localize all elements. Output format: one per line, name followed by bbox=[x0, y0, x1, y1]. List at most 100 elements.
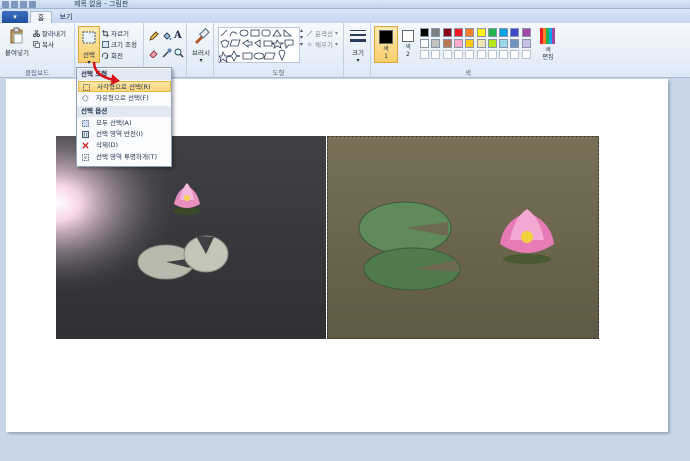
size-label: 크기 bbox=[352, 49, 364, 57]
size-dropdown-icon: ▾ bbox=[356, 57, 360, 64]
tab-view[interactable]: 보기 bbox=[55, 11, 77, 23]
copy-button[interactable]: 복사 bbox=[33, 39, 54, 49]
color1-button[interactable]: 색 1 bbox=[374, 26, 398, 63]
palette-swatch[interactable] bbox=[521, 28, 531, 37]
menu-item-delete[interactable]: 삭제(D) bbox=[78, 140, 171, 151]
color2-button[interactable]: 색 2 bbox=[400, 26, 416, 63]
palette-swatch[interactable] bbox=[476, 28, 486, 37]
outline-label: 윤곽선 bbox=[315, 30, 333, 38]
palette-swatch[interactable] bbox=[442, 39, 452, 48]
shapes-group: ▴ ▾ ▾ 윤곽선 ▾ 채우기 ▾ 도형 bbox=[214, 23, 344, 78]
clipboard-group: 붙여넣기 잘라내기 복사 클립보드 bbox=[0, 23, 75, 78]
rectangle-select-icon bbox=[83, 84, 90, 91]
free-form-select-icon bbox=[82, 95, 89, 102]
cut-button[interactable]: 잘라내기 bbox=[33, 28, 66, 38]
paste-icon bbox=[10, 27, 23, 44]
palette-swatch[interactable] bbox=[442, 28, 452, 37]
palette-swatch-empty[interactable] bbox=[420, 50, 429, 59]
menu-item-transparent-selection[interactable]: 선택 영역 투명하게(T) bbox=[78, 152, 171, 163]
clipboard-group-label: 클립보드 bbox=[25, 69, 49, 77]
eraser-icon[interactable] bbox=[149, 48, 159, 58]
edit-colors-button[interactable]: 색 편집 bbox=[536, 27, 560, 61]
crop-label: 자르기 bbox=[111, 30, 129, 38]
palette-swatch[interactable] bbox=[431, 39, 441, 48]
invert-selection-icon bbox=[82, 131, 89, 138]
brush-icon bbox=[195, 28, 210, 44]
palette-swatch-empty[interactable] bbox=[476, 50, 486, 59]
palette-swatch[interactable] bbox=[521, 39, 531, 48]
menu-item-free-form-selection[interactable]: 자유형으로 선택(F) bbox=[78, 93, 171, 104]
ribbon-tabs: ▾ 홈 보기 bbox=[0, 9, 690, 23]
pencil-icon[interactable] bbox=[149, 31, 159, 41]
color-picker-icon[interactable] bbox=[162, 48, 172, 58]
save-icon[interactable] bbox=[11, 1, 18, 8]
palette-swatch-empty[interactable] bbox=[465, 50, 475, 59]
window-title: 제목 없음 - 그림판 bbox=[74, 0, 129, 8]
color1-label: 색 1 bbox=[383, 46, 389, 60]
palette-swatch[interactable] bbox=[465, 28, 475, 37]
edit-colors-label: 색 편집 bbox=[542, 47, 554, 61]
rotate-button[interactable]: 회전 bbox=[102, 50, 123, 60]
fill-icon bbox=[306, 41, 313, 47]
select-all-label: 모두 선택(A) bbox=[96, 119, 132, 127]
palette-swatch-empty[interactable] bbox=[510, 50, 520, 59]
palette-swatch-empty[interactable] bbox=[499, 50, 509, 59]
color2-label: 색 2 bbox=[405, 44, 411, 58]
transparent-selection-icon bbox=[82, 154, 89, 161]
palette-swatch[interactable] bbox=[465, 39, 475, 48]
palette-swatch[interactable] bbox=[476, 39, 486, 48]
palette-swatch-empty[interactable] bbox=[442, 50, 452, 59]
palette-swatch[interactable] bbox=[453, 28, 463, 37]
scissors-icon bbox=[33, 29, 40, 37]
palette-swatch[interactable] bbox=[487, 39, 497, 48]
transparent-label: 선택 영역 투명하게(T) bbox=[96, 153, 158, 161]
resize-button[interactable]: 크기 조정 bbox=[102, 39, 137, 49]
paste-label: 붙여넣기 bbox=[5, 49, 29, 57]
select-rect-icon bbox=[82, 31, 96, 44]
tab-home[interactable]: 홈 bbox=[30, 11, 52, 23]
palette-swatch[interactable] bbox=[420, 28, 429, 37]
shapes-scroll-icon[interactable]: ▴ ▾ ▾ bbox=[300, 27, 303, 48]
palette-swatch[interactable] bbox=[510, 39, 520, 48]
fill-bucket-icon[interactable] bbox=[162, 31, 172, 41]
brushes-dropdown-icon: ▾ bbox=[199, 57, 203, 64]
delete-label: 삭제(D) bbox=[96, 141, 119, 149]
crop-button[interactable]: 자르기 bbox=[102, 28, 129, 38]
palette-swatch[interactable] bbox=[487, 28, 497, 37]
palette-swatch[interactable] bbox=[499, 39, 509, 48]
color-wheel-icon bbox=[540, 28, 555, 44]
colors-group: 색 1 색 2 색 편집 색 bbox=[371, 23, 565, 78]
brushes-button[interactable]: 브러시 ▾ bbox=[189, 27, 213, 64]
app-icon[interactable] bbox=[2, 1, 9, 8]
resize-icon bbox=[102, 40, 109, 48]
palette-swatch[interactable] bbox=[420, 39, 429, 48]
palette-swatch-empty[interactable] bbox=[431, 50, 441, 59]
color1-swatch bbox=[379, 30, 393, 44]
fill-button[interactable]: 채우기 ▾ bbox=[306, 39, 338, 49]
palette-swatch-empty[interactable] bbox=[487, 50, 497, 59]
palette-swatch-empty[interactable] bbox=[453, 50, 463, 59]
file-menu-button[interactable]: ▾ bbox=[2, 11, 28, 23]
outline-button[interactable]: 윤곽선 ▾ bbox=[306, 28, 338, 38]
fill-label: 채우기 bbox=[315, 41, 333, 49]
colors-group-label: 색 bbox=[465, 69, 471, 77]
select-button[interactable]: 선택 ▾ bbox=[78, 26, 100, 66]
text-tool-icon[interactable]: A bbox=[174, 30, 182, 41]
palette-swatch[interactable] bbox=[499, 28, 509, 37]
free-select-label: 자유형으로 선택(F) bbox=[96, 94, 149, 102]
paste-button[interactable]: 붙여넣기 bbox=[3, 27, 31, 57]
shapes-gallery[interactable] bbox=[216, 27, 300, 64]
palette-swatch[interactable] bbox=[510, 28, 520, 37]
cut-label: 잘라내기 bbox=[42, 30, 66, 38]
palette-swatch-empty[interactable] bbox=[521, 50, 531, 59]
undo-icon[interactable] bbox=[20, 1, 27, 8]
size-button[interactable]: 크기 ▾ bbox=[346, 27, 370, 64]
menu-item-invert-selection[interactable]: 선택 영역 반전(I) bbox=[78, 129, 171, 140]
menu-item-select-all[interactable]: 모두 선택(A) bbox=[78, 118, 171, 129]
quick-access-toolbar bbox=[2, 1, 36, 8]
palette-swatch[interactable] bbox=[453, 39, 463, 48]
palette-swatch[interactable] bbox=[431, 28, 441, 37]
redo-icon[interactable] bbox=[29, 1, 36, 8]
magnifier-icon[interactable] bbox=[174, 48, 184, 58]
brushes-label: 브러시 bbox=[192, 49, 210, 57]
